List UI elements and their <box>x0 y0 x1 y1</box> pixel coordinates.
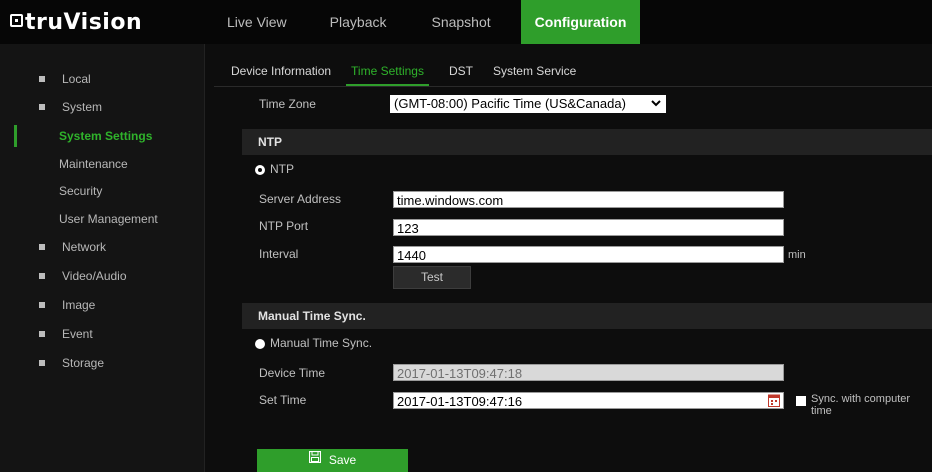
sidebar-item-label: Security <box>59 184 103 198</box>
sidebar-item-event[interactable]: Event <box>0 323 204 345</box>
sidebar-item-label: User Management <box>59 212 158 226</box>
top-bar: truVision Live View Playback Snapshot Co… <box>0 0 932 44</box>
sidebar-item-label: Image <box>62 298 96 312</box>
tab-time-settings[interactable]: Time Settings <box>346 58 429 86</box>
sidebar-item-image[interactable]: Image <box>0 294 204 316</box>
ntp-port-label: NTP Port <box>259 219 309 233</box>
save-icon <box>308 448 321 471</box>
sub-nav: Device Information Time Settings DST Sys… <box>231 58 596 86</box>
nav-tab-snapshot[interactable]: Snapshot <box>414 0 520 44</box>
sidebar-item-label: Network <box>62 240 107 254</box>
sidebar-item-maintenance[interactable]: Maintenance <box>0 153 204 175</box>
sync-computer-time-label: Sync. with computer time <box>811 393 911 417</box>
sidebar-item-label: Local <box>62 72 91 86</box>
bullet-icon <box>39 302 45 308</box>
ntp-section-title: NTP <box>258 135 282 149</box>
sidebar-item-label: System <box>62 100 103 114</box>
main-nav: Live View Playback Snapshot Configuratio… <box>213 0 641 44</box>
manual-sync-radio[interactable] <box>255 339 265 349</box>
interval-input[interactable]: 1440 <box>393 246 784 263</box>
sidebar-item-label: Video/Audio <box>62 269 127 283</box>
tab-device-information[interactable]: Device Information <box>231 58 331 84</box>
sidebar-item-local[interactable]: Local <box>0 68 204 90</box>
chevron-down-icon <box>650 95 662 118</box>
time-zone-label: Time Zone <box>259 97 316 111</box>
sidebar: Local System System Settings Maintenance… <box>0 44 205 472</box>
manual-sync-section-header: Manual Time Sync. <box>242 303 932 329</box>
bullet-icon <box>39 360 45 366</box>
sidebar-item-label: Event <box>62 327 93 341</box>
sidebar-item-label: System Settings <box>59 129 153 143</box>
server-address-label: Server Address <box>259 192 342 206</box>
manual-sync-radio-label: Manual Time Sync. <box>270 336 373 350</box>
logo-icon <box>10 14 23 27</box>
ntp-radio[interactable] <box>255 165 265 175</box>
ntp-radio-label: NTP <box>270 162 294 176</box>
save-button[interactable]: Save <box>257 449 408 472</box>
bullet-icon <box>39 273 45 279</box>
sidebar-item-security[interactable]: Security <box>0 180 204 202</box>
sidebar-item-label: Maintenance <box>59 157 128 171</box>
time-zone-value: (GMT-08:00) Pacific Time (US&Canada) <box>394 96 626 111</box>
sync-computer-time-checkbox[interactable] <box>796 396 806 406</box>
interval-label: Interval <box>259 247 299 261</box>
manual-sync-section-title: Manual Time Sync. <box>258 309 366 323</box>
sidebar-item-label: Storage <box>62 356 105 370</box>
bullet-icon <box>39 76 45 82</box>
logo-text: truVision <box>25 10 143 35</box>
device-time-field: 2017-01-13T09:47:18 <box>393 364 784 381</box>
save-button-label: Save <box>328 453 357 467</box>
sidebar-item-system-settings[interactable]: System Settings <box>0 125 204 147</box>
bullet-icon <box>39 104 45 110</box>
divider <box>214 86 932 87</box>
sidebar-item-network[interactable]: Network <box>0 236 204 258</box>
nav-tab-playback[interactable]: Playback <box>313 0 415 44</box>
nav-tab-live-view[interactable]: Live View <box>213 0 313 44</box>
test-button[interactable]: Test <box>393 266 471 289</box>
sidebar-item-video-audio[interactable]: Video/Audio <box>0 265 204 287</box>
bullet-icon <box>39 331 45 337</box>
ntp-section-header: NTP <box>242 129 932 155</box>
ntp-port-input[interactable]: 123 <box>393 219 784 236</box>
calendar-icon[interactable] <box>768 393 780 407</box>
tab-system-service[interactable]: System Service <box>493 58 576 84</box>
server-address-input[interactable]: time.windows.com <box>393 191 784 208</box>
device-time-label: Device Time <box>259 366 326 380</box>
time-zone-select[interactable]: (GMT-08:00) Pacific Time (US&Canada) <box>390 95 666 113</box>
set-time-label: Set Time <box>259 393 307 407</box>
interval-unit: min <box>788 249 806 261</box>
brand-logo: truVision <box>10 10 142 35</box>
tab-dst[interactable]: DST <box>449 58 473 84</box>
sidebar-item-user-management[interactable]: User Management <box>0 208 204 230</box>
set-time-input[interactable]: 2017-01-13T09:47:16 <box>393 392 784 409</box>
bullet-icon <box>39 244 45 250</box>
sidebar-item-system[interactable]: System <box>0 96 204 118</box>
nav-tab-configuration[interactable]: Configuration <box>520 0 641 44</box>
sidebar-item-storage[interactable]: Storage <box>0 352 204 374</box>
